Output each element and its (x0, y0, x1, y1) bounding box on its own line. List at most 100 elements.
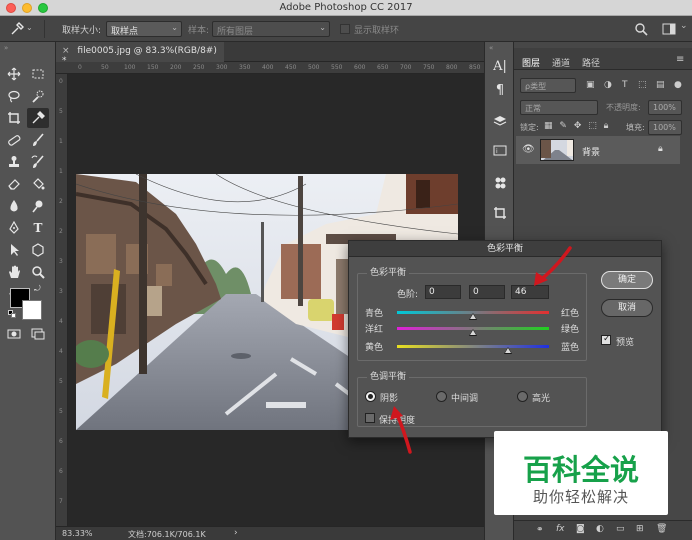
layer-row-background[interactable]: 👁︎ 背景 🔒︎ (516, 136, 680, 164)
layer-filter-dropdown[interactable]: ρ类型 (520, 78, 576, 93)
lasso-icon (8, 90, 20, 103)
sample-dropdown[interactable]: 所有图层 ⌄ (212, 21, 330, 37)
eyedropper-preset-picker[interactable]: ⌄ (6, 20, 34, 38)
ok-button[interactable]: 确定 (601, 271, 653, 289)
adjustment-filter-icon[interactable]: ◑ (604, 80, 612, 90)
layers-stack-icon[interactable] (489, 110, 511, 132)
history-brush-tool[interactable] (27, 152, 49, 172)
preserve-luminosity-checkbox[interactable] (365, 413, 375, 423)
ruler-tick-label: 1 (59, 168, 63, 175)
path-selection-tool[interactable] (3, 240, 25, 260)
image-filter-icon[interactable]: ▣ (586, 80, 595, 90)
options-bar: ⌄ 取样大小: 取样点 ⌄ 样本: 所有图层 ⌄ 显示取样环 ⌄ (0, 16, 692, 42)
ruler-tick-label: 3 (59, 258, 63, 265)
history-brush-icon (31, 155, 44, 168)
healing-brush-tool[interactable] (3, 130, 25, 150)
new-layer-icon[interactable]: ⊞ (636, 524, 644, 534)
zoom-level[interactable]: 83.33% (62, 529, 93, 538)
level-input-3[interactable]: 46 (511, 285, 549, 299)
group-folder-icon[interactable]: ▭ (616, 524, 625, 534)
eye-icon[interactable]: 👁︎ (522, 144, 535, 155)
level-input-1[interactable]: 0 (425, 285, 461, 299)
slider-thumb[interactable] (503, 347, 512, 354)
type-tool[interactable]: T (27, 218, 49, 238)
tab-channels[interactable]: 通道 (552, 56, 570, 69)
collapse-icon[interactable]: « (489, 44, 493, 52)
chevron-right-icon[interactable]: › (234, 528, 238, 538)
document-tab-bar: × file0005.jpg @ 83.3%(RGB/8#) * (56, 42, 484, 66)
close-tab-icon[interactable]: × (62, 46, 70, 56)
type-icon: T (33, 221, 43, 235)
smart-object-filter-icon[interactable]: ▤ (656, 80, 665, 90)
tab-layers[interactable]: 图层 (522, 56, 540, 69)
hand-tool[interactable] (3, 262, 25, 282)
brush-tool[interactable] (27, 130, 49, 150)
type-filter-icon[interactable]: T (622, 80, 628, 90)
move-tool[interactable] (3, 64, 25, 84)
radio-highlights[interactable] (517, 391, 528, 402)
lock-transparent-icon[interactable]: ▦ (544, 121, 553, 131)
ruler-tick-label: 700 (400, 64, 412, 71)
crop-panel-icon[interactable] (489, 202, 511, 224)
lock-artboard-icon[interactable]: ⬚ (588, 121, 597, 131)
background-color-swatch[interactable] (22, 300, 42, 320)
lock-move-icon[interactable]: ✥ (574, 121, 582, 131)
color-slider-track[interactable] (397, 345, 549, 348)
quick-mask-button[interactable] (3, 324, 25, 344)
link-icon[interactable]: ⚭ (536, 525, 544, 535)
screen-mode-button[interactable] (27, 324, 49, 344)
blend-mode-dropdown[interactable]: 正常 (520, 100, 598, 115)
fill-input[interactable]: 100% (648, 120, 682, 135)
watermark-subtitle: 助你轻松解决 (532, 488, 629, 506)
slider-thumb[interactable] (469, 313, 477, 320)
eraser-tool[interactable] (3, 174, 25, 194)
radio-midtones[interactable] (436, 391, 447, 402)
crop-tool[interactable] (3, 108, 25, 128)
document-tab[interactable]: × file0005.jpg @ 83.3%(RGB/8#) * (56, 42, 224, 66)
marquee-tool[interactable] (27, 64, 49, 84)
chevron-down-icon: ⌄ (26, 23, 33, 32)
opacity-input[interactable]: 100% (648, 100, 682, 115)
fx-icon[interactable]: fx (556, 524, 565, 534)
pen-tool[interactable] (3, 218, 25, 238)
cancel-button[interactable]: 取消 (601, 299, 653, 317)
trash-icon[interactable]: 🗑︎ (656, 524, 667, 534)
workspace-icon[interactable] (662, 22, 676, 36)
default-colors-icon[interactable] (8, 310, 16, 318)
vertical-ruler: 0 5 1 1 2 2 3 3 4 4 5 5 6 6 7 (56, 74, 68, 526)
paragraph-panel-icon[interactable]: ¶ (489, 80, 511, 102)
sample-size-dropdown[interactable]: 取样点 ⌄ (106, 21, 182, 37)
lasso-tool[interactable] (3, 86, 25, 106)
chevron-down-icon[interactable]: ⌄ (680, 21, 688, 31)
swatches-panel-icon[interactable] (489, 172, 511, 194)
clone-stamp-tool[interactable] (3, 152, 25, 172)
eyedropper-tool[interactable] (27, 108, 49, 128)
shape-tool[interactable] (27, 240, 49, 260)
adjustment-icon[interactable]: ◐ (596, 524, 604, 534)
dodge-tool[interactable] (27, 196, 49, 216)
tab-paths[interactable]: 路径 (582, 56, 600, 69)
hexagon-icon (32, 243, 44, 257)
preview-checkbox[interactable] (601, 334, 611, 345)
lock-brush-icon[interactable]: ✎ (559, 121, 567, 131)
info-panel-icon[interactable]: i (489, 140, 511, 162)
slider-thumb[interactable] (469, 329, 477, 336)
search-icon[interactable] (634, 22, 648, 36)
mask-icon[interactable]: ◙ (576, 524, 585, 534)
hand-icon (9, 265, 20, 278)
radio-shadows[interactable] (365, 391, 376, 402)
shape-filter-icon[interactable]: ⬚ (638, 80, 647, 90)
panel-menu-icon[interactable]: ≡ (676, 54, 684, 65)
swap-colors-icon[interactable]: ⤾ (34, 284, 41, 294)
toolbox-collapse-icon[interactable]: » (4, 44, 8, 52)
lock-all-icon[interactable]: 🔒︎ (604, 121, 609, 131)
blur-tool[interactable] (3, 196, 25, 216)
level-input-2[interactable]: 0 (469, 285, 505, 299)
quick-selection-tool[interactable] (27, 86, 49, 106)
zoom-tool[interactable] (27, 262, 49, 282)
filter-toggle-icon[interactable]: ● (674, 80, 682, 90)
horizontal-ruler: 0 50 100 150 200 250 300 350 400 450 500 550 600 650 7… (56, 62, 484, 74)
show-ring-checkbox[interactable] (340, 24, 350, 34)
character-panel-icon[interactable]: A| (489, 56, 511, 78)
paint-bucket-tool[interactable] (27, 174, 49, 194)
